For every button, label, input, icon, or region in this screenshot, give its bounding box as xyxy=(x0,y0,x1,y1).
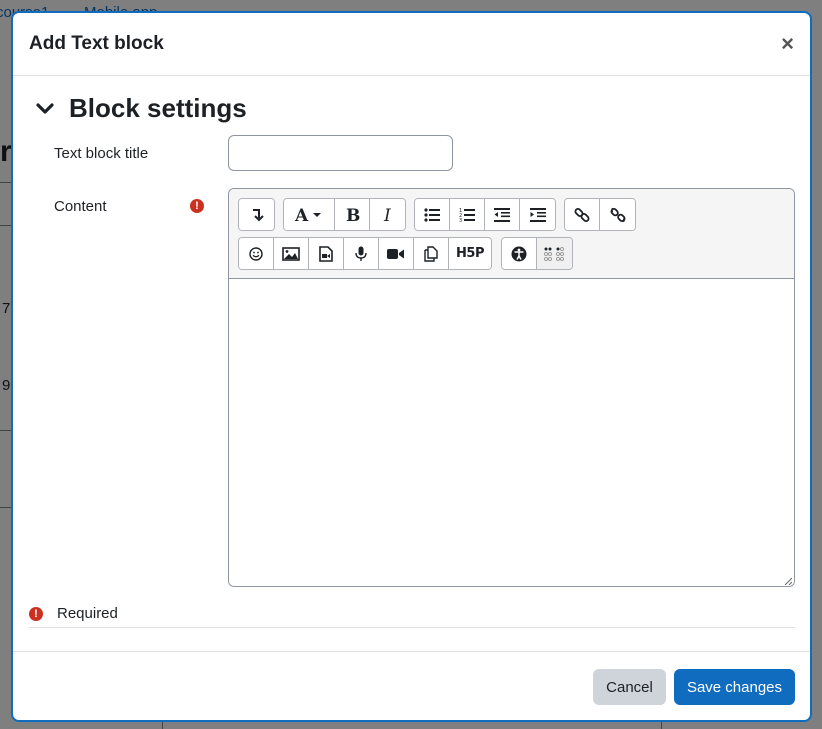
text-block-title-input[interactable] xyxy=(228,135,453,171)
ordered-list-icon[interactable]: 123 xyxy=(450,199,485,230)
braille-icon[interactable] xyxy=(537,238,572,269)
h5p-icon[interactable]: H5P xyxy=(449,238,491,269)
svg-text:3: 3 xyxy=(459,218,462,223)
outdent-icon[interactable] xyxy=(485,199,520,230)
modal-title: Add Text block xyxy=(29,33,164,54)
unlink-icon[interactable] xyxy=(600,199,635,230)
image-icon[interactable] xyxy=(274,238,309,269)
svg-text:A: A xyxy=(294,207,309,223)
toolbar-group-style: A B I xyxy=(283,198,406,231)
save-changes-button[interactable]: Save changes xyxy=(674,669,795,705)
form-divider xyxy=(29,627,795,628)
toolbar-group-collapse xyxy=(238,198,275,231)
link-icon[interactable] xyxy=(565,199,600,230)
content-editor: A B I 123 H5P xyxy=(228,188,795,587)
emoji-icon[interactable] xyxy=(239,238,274,269)
close-button[interactable]: × xyxy=(781,33,794,55)
indent-icon[interactable] xyxy=(520,199,555,230)
show-more-buttons-icon[interactable] xyxy=(239,199,274,230)
resize-handle-icon[interactable] xyxy=(784,577,792,585)
unordered-list-icon[interactable] xyxy=(415,199,450,230)
bold-icon[interactable]: B xyxy=(335,199,370,230)
modal-footer: Cancel Save changes xyxy=(13,651,810,720)
toolbar-group-accessibility xyxy=(501,237,573,270)
required-icon: ! xyxy=(190,199,204,213)
svg-text:B: B xyxy=(346,207,360,223)
content-field-label: Content xyxy=(54,198,107,215)
italic-icon[interactable]: I xyxy=(370,199,405,230)
section-title: Block settings xyxy=(69,93,247,123)
modal-header: Add Text block × xyxy=(13,13,810,76)
toolbar-group-lists: 123 xyxy=(414,198,556,231)
record-video-icon[interactable] xyxy=(379,238,414,269)
required-text: Required xyxy=(57,605,118,622)
toolbar-group-insert: H5P xyxy=(238,237,492,270)
accessibility-checker-icon[interactable] xyxy=(502,238,537,269)
media-icon[interactable] xyxy=(309,238,344,269)
font-style-icon[interactable]: A xyxy=(284,199,335,230)
chevron-down-icon xyxy=(35,99,55,119)
block-settings-toggle[interactable]: Block settings xyxy=(35,93,247,124)
required-icon: ! xyxy=(29,606,43,621)
record-audio-icon[interactable] xyxy=(344,238,379,269)
add-text-block-modal: Add Text block × Block settings Text blo… xyxy=(11,11,812,722)
manage-files-icon[interactable] xyxy=(414,238,449,269)
required-legend: ! Required xyxy=(29,605,118,622)
content-editable-area[interactable] xyxy=(229,279,794,586)
cancel-button[interactable]: Cancel xyxy=(593,669,666,705)
title-field-label: Text block title xyxy=(54,145,149,162)
toolbar-group-links xyxy=(564,198,636,231)
svg-text:I: I xyxy=(383,207,391,223)
h5p-label: H5P xyxy=(456,246,484,261)
editor-toolbar: A B I 123 H5P xyxy=(229,189,794,279)
